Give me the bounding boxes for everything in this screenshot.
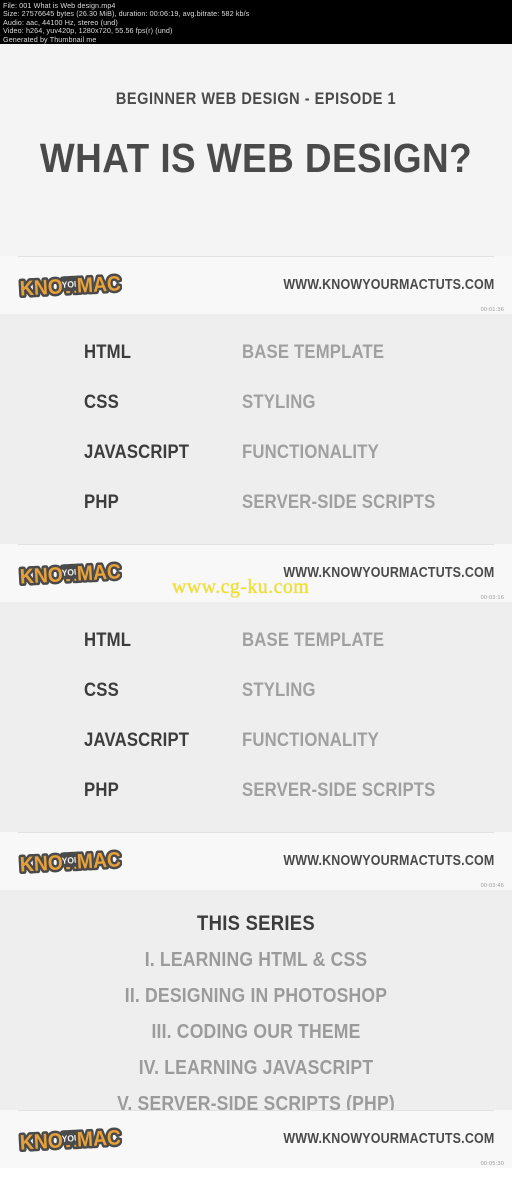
tech-desc: BASE TEMPLATE (242, 342, 385, 363)
frame-timecode: 00:03:46 (480, 883, 504, 889)
brand-bar-4: KNOW KNOW YOUR MAC MAC WWW.KNOWYOURMACTU… (0, 1110, 512, 1168)
list-item: JAVASCRIPT FUNCTIONALITY (0, 730, 512, 780)
tech-term: JAVASCRIPT (84, 442, 190, 463)
thumbnail-frame-tech-list-1: HTML BASE TEMPLATE CSS STYLING JAVASCRIP… (0, 314, 512, 544)
thumbnail-frame-title: BEGINNER WEB DESIGN - EPISODE 1 WHAT IS … (0, 44, 512, 256)
frame-timecode: 00:01:36 (480, 307, 504, 313)
site-url-text: WWW.KNOWYOURMACTUTS.COM (282, 853, 494, 869)
tech-desc: BASE TEMPLATE (242, 630, 385, 651)
slide-eyebrow: BEGINNER WEB DESIGN - EPISODE 1 (115, 90, 397, 108)
site-url-text: WWW.KNOWYOURMACTUTS.COM (282, 277, 494, 293)
thumbnail-frame-series: THIS SERIES I. LEARNING HTML & CSS II. D… (0, 890, 512, 1110)
series-title: THIS SERIES (197, 912, 315, 935)
svg-text:MAC: MAC (76, 273, 121, 298)
frame-timecode: 00:05:30 (480, 1161, 504, 1167)
list-item: CSS STYLING (0, 392, 512, 442)
tech-term: CSS (84, 680, 119, 701)
brand-bar-1: KNOW KNOW YOUR MAC MAC WWW.KNOWYOURMACTU… (0, 256, 512, 314)
list-item: HTML BASE TEMPLATE (0, 342, 512, 392)
svg-text:MAC: MAC (76, 1127, 121, 1152)
slide-headline: WHAT IS WEB DESIGN? (39, 135, 473, 181)
svg-text:MAC: MAC (76, 561, 121, 586)
know-your-mac-logo: KNOW KNOW YOUR MAC MAC (18, 846, 122, 876)
brand-bar-2: KNOW KNOW YOUR MAC MAC WWW.KNOWYOURMACTU… (0, 544, 512, 602)
tech-desc: SERVER-SIDE SCRIPTS (242, 780, 436, 801)
tech-term: HTML (84, 630, 132, 651)
tech-term: PHP (84, 492, 119, 513)
tech-desc: STYLING (242, 392, 316, 413)
list-item: CSS STYLING (0, 680, 512, 730)
frame-timecode: 00:03:16 (480, 595, 504, 601)
know-your-mac-logo: KNOW KNOW YOUR MAC MAC (18, 1124, 122, 1154)
site-url-text: WWW.KNOWYOURMACTUTS.COM (282, 565, 494, 581)
know-your-mac-logo: KNOW KNOW YOUR MAC MAC (18, 270, 122, 300)
tech-desc: FUNCTIONALITY (242, 730, 379, 751)
series-item: IV. LEARNING JAVASCRIPT (138, 1057, 374, 1079)
meta-line-generator: Generated by Thumbnail me (3, 34, 97, 44)
site-url-text: WWW.KNOWYOURMACTUTS.COM (282, 1131, 494, 1147)
svg-text:MAC: MAC (76, 849, 121, 874)
list-item: JAVASCRIPT FUNCTIONALITY (0, 442, 512, 492)
tech-desc: FUNCTIONALITY (242, 442, 379, 463)
tech-term: HTML (84, 342, 132, 363)
series-item: II. DESIGNING IN PHOTOSHOP (124, 985, 388, 1007)
series-item: V. SERVER-SIDE SCRIPTS (PHP) (117, 1093, 395, 1110)
video-metadata-header: File: 001 What is Web design.mp4 Size: 2… (0, 0, 512, 44)
know-your-mac-logo: KNOW KNOW YOUR MAC MAC (18, 558, 122, 588)
list-item: PHP SERVER-SIDE SCRIPTS (0, 492, 512, 542)
series-item: I. LEARNING HTML & CSS (144, 949, 368, 971)
list-item: HTML BASE TEMPLATE (0, 630, 512, 680)
tech-term: CSS (84, 392, 119, 413)
list-item: PHP SERVER-SIDE SCRIPTS (0, 780, 512, 830)
tech-desc: SERVER-SIDE SCRIPTS (242, 492, 436, 513)
tech-term: PHP (84, 780, 119, 801)
brand-bar-3: KNOW KNOW YOUR MAC MAC WWW.KNOWYOURMACTU… (0, 832, 512, 890)
tech-term: JAVASCRIPT (84, 730, 190, 751)
series-item: III. CODING OUR THEME (151, 1021, 361, 1043)
thumbnail-frame-tech-list-2: HTML BASE TEMPLATE CSS STYLING JAVASCRIP… (0, 602, 512, 832)
tech-desc: STYLING (242, 680, 316, 701)
